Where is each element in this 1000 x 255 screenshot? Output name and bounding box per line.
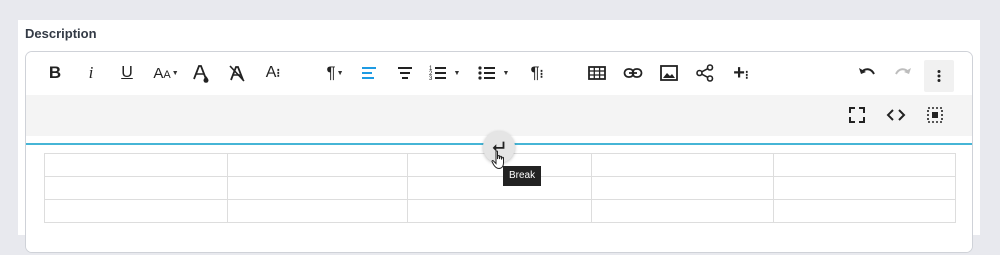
more-insert-button[interactable]: +⁝ — [726, 58, 756, 88]
more-text-button[interactable]: A⁝ — [258, 58, 288, 88]
font-size-icon: AA — [153, 64, 171, 82]
chevron-down-icon: ▼ — [336, 69, 344, 77]
undo-button[interactable] — [852, 58, 882, 88]
insert-image-icon — [660, 65, 678, 81]
tooltip: Break — [503, 166, 542, 186]
code-view-icon — [886, 109, 906, 121]
select-all-icon — [927, 107, 943, 123]
more-text-icon: A⁝ — [265, 64, 281, 81]
insert-table-button[interactable] — [582, 58, 612, 88]
paragraph-format-icon: ¶ — [326, 63, 336, 82]
redo-button[interactable] — [888, 58, 918, 88]
select-all-button[interactable] — [920, 100, 950, 130]
text-color-icon — [193, 65, 209, 83]
underline-button[interactable]: U — [112, 58, 142, 88]
table-cell[interactable] — [591, 176, 774, 200]
redo-icon — [895, 68, 911, 75]
svg-text:3: 3 — [429, 76, 433, 82]
more-insert-icon: +⁝ — [733, 61, 749, 84]
ordered-list-icon: 1 2 3 — [429, 66, 446, 82]
more-paragraph-icon: ¶⁝ — [530, 63, 544, 82]
ordered-list-button[interactable]: 1 2 3 ▼ — [424, 58, 464, 88]
more-options-button[interactable] — [924, 60, 954, 92]
clear-formatting-icon — [229, 65, 245, 82]
more-options-icon — [937, 70, 941, 82]
toolbar-primary: B i U AA ▼ A⁝ ¶ ▼ 1 2 3 ▼ ▼ ¶⁝ +⁝ — [26, 52, 972, 95]
table-cell[interactable] — [407, 176, 592, 200]
table-cell[interactable] — [44, 176, 228, 200]
chevron-down-icon: ▼ — [502, 69, 510, 77]
table-cell[interactable] — [44, 199, 228, 223]
insert-link-icon — [623, 68, 643, 78]
paragraph-format-button[interactable]: ¶ ▼ — [318, 58, 352, 88]
table-cell[interactable] — [591, 199, 774, 223]
table-cell[interactable] — [227, 176, 408, 200]
table-row — [44, 176, 956, 200]
fullscreen-icon — [849, 107, 865, 123]
code-view-button[interactable] — [881, 100, 911, 130]
chevron-down-icon: ▼ — [171, 69, 179, 77]
insert-link-button[interactable] — [618, 58, 648, 88]
table-cell[interactable] — [44, 153, 228, 177]
undo-icon — [859, 68, 875, 75]
align-center-icon — [398, 67, 412, 79]
font-size-button[interactable]: AA ▼ — [148, 58, 184, 88]
chevron-down-icon: ▼ — [453, 69, 461, 77]
share-icon — [696, 64, 714, 82]
insert-image-button[interactable] — [654, 58, 684, 88]
table-cell[interactable] — [227, 199, 408, 223]
table-cell[interactable] — [773, 199, 956, 223]
italic-button[interactable]: i — [76, 58, 106, 88]
clear-formatting-button[interactable] — [222, 58, 252, 88]
align-left-button[interactable] — [354, 58, 384, 88]
table-row — [44, 199, 956, 223]
table-cell[interactable] — [591, 153, 774, 177]
insert-table-icon — [588, 66, 606, 80]
table-cell[interactable] — [407, 199, 592, 223]
table-cell[interactable] — [773, 176, 956, 200]
fullscreen-button[interactable] — [842, 100, 872, 130]
italic-icon: i — [88, 63, 94, 82]
toolbar-secondary — [26, 95, 972, 136]
bold-icon: B — [48, 63, 62, 82]
table-cell[interactable] — [773, 153, 956, 177]
text-color-button[interactable] — [186, 58, 216, 88]
unordered-list-icon — [477, 66, 495, 80]
underline-icon: U — [121, 64, 133, 81]
bold-button[interactable]: B — [40, 58, 70, 88]
align-left-icon — [362, 67, 376, 79]
align-center-button[interactable] — [390, 58, 420, 88]
description-field: Description B i U AA ▼ A⁝ ¶ ▼ 1 2 3 ▼ ▼ … — [18, 20, 980, 253]
share-button[interactable] — [690, 58, 720, 88]
unordered-list-button[interactable]: ▼ — [472, 58, 514, 88]
more-paragraph-button[interactable]: ¶⁝ — [522, 58, 552, 88]
table-cell[interactable] — [227, 153, 408, 177]
field-label: Description — [25, 26, 97, 41]
